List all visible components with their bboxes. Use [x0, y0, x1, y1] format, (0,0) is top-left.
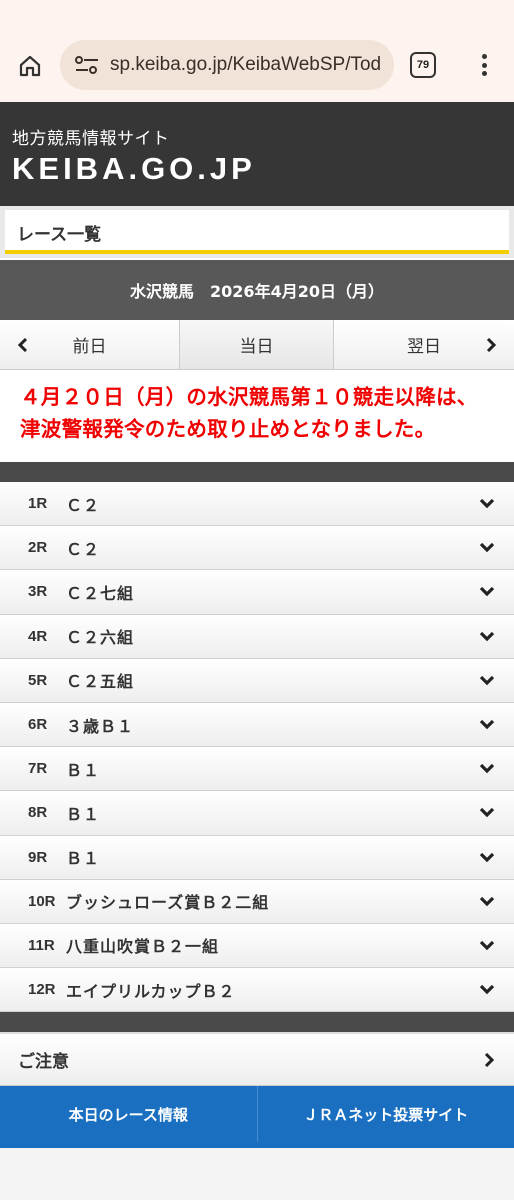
race-item[interactable]: 11R 八重山吹賞Ｂ２一組 — [0, 923, 514, 969]
bottom-nav: 本日のレース情報 ＪＲＡネット投票サイト — [0, 1086, 514, 1143]
race-number: 1R — [28, 495, 48, 513]
race-number: 8R — [28, 804, 48, 822]
race-number: 12R — [28, 981, 56, 999]
race-number: 10R — [28, 892, 56, 910]
race-item[interactable]: 7R Ｂ１ — [0, 747, 514, 792]
home-icon[interactable] — [14, 50, 46, 82]
browser-menu-icon[interactable] — [476, 52, 492, 78]
race-number: 9R — [28, 848, 48, 866]
race-number: 5R — [28, 671, 48, 689]
site-logo[interactable]: KEIBA.GO.JP — [12, 151, 514, 187]
race-name: Ｂ１ — [66, 760, 101, 780]
race-name: Ｂ１ — [66, 804, 101, 824]
chevron-right-icon — [486, 338, 497, 352]
day-navigation: 前日 当日 翌日 — [0, 320, 514, 370]
notice-line-1: ４月２０日（月）の水沢競馬第１０競走以降は、 — [20, 385, 478, 409]
next-day-label: 翌日 — [407, 337, 441, 357]
notice-line-2: 津波警報発令のため取り止めとなりました。 — [20, 417, 436, 441]
today-button[interactable]: 当日 — [180, 320, 334, 369]
address-bar[interactable]: sp.keiba.go.jp/KeibaWebSP/Tod — [60, 40, 394, 90]
race-item[interactable]: 1R Ｃ２ — [0, 482, 514, 527]
race-name: ３歳Ｂ１ — [66, 716, 135, 736]
race-item[interactable]: 12R エイプリルカップＢ２ — [0, 968, 514, 1013]
race-name: Ｃ２六組 — [66, 628, 135, 648]
tab-switcher-button[interactable]: 79 — [410, 52, 436, 78]
today-race-info-button[interactable]: 本日のレース情報 — [0, 1086, 258, 1143]
race-name: Ｃ２ — [66, 539, 101, 559]
chevron-down-icon — [479, 631, 495, 641]
race-number: 4R — [28, 627, 48, 645]
race-name: 八重山吹賞Ｂ２一組 — [66, 937, 220, 957]
prev-day-button[interactable]: 前日 — [0, 320, 180, 369]
race-name: Ｃ２ — [66, 495, 101, 515]
page-title: レース一覧 — [5, 210, 509, 254]
footer-area — [0, 1148, 514, 1200]
race-number: 6R — [28, 716, 48, 734]
race-name: エイプリルカップＢ２ — [66, 981, 236, 1001]
race-list: 1R Ｃ２ 2R Ｃ２ 3R Ｃ２七組 4R Ｃ２六組 5R Ｃ２五組 6R ３歳Ｂ１ 7R… — [0, 482, 514, 1013]
page-title-wrap: レース一覧 — [0, 206, 514, 258]
race-name: Ｂ１ — [66, 849, 101, 869]
chevron-down-icon — [479, 984, 495, 995]
race-name: Ｃ２五組 — [66, 672, 135, 692]
race-name: ブッシュローズ賞Ｂ２二組 — [66, 893, 270, 913]
section-divider — [0, 1012, 514, 1033]
chevron-down-icon — [479, 808, 495, 818]
race-number: 11R — [28, 936, 55, 954]
race-item[interactable]: 4R Ｃ２六組 — [0, 614, 514, 659]
race-number: 3R — [28, 583, 48, 601]
race-number: 2R — [28, 539, 48, 557]
caution-link[interactable]: ご注意 — [0, 1034, 514, 1087]
chevron-down-icon — [479, 852, 495, 862]
chevron-down-icon — [479, 498, 495, 509]
race-item[interactable]: 3R Ｃ２七組 — [0, 570, 514, 615]
caution-label: ご注意 — [18, 1052, 69, 1073]
chevron-down-icon — [479, 543, 495, 553]
race-item[interactable]: 2R Ｃ２ — [0, 526, 514, 571]
race-item[interactable]: 9R Ｂ１ — [0, 835, 514, 880]
race-number: 7R — [28, 760, 48, 778]
chevron-down-icon — [479, 719, 495, 730]
race-name: Ｃ２七組 — [66, 583, 135, 603]
race-item[interactable]: 5R Ｃ２五組 — [0, 658, 514, 703]
site-header: 地方競馬情報サイト KEIBA.GO.JP — [0, 102, 514, 206]
next-day-button[interactable]: 翌日 — [334, 320, 514, 369]
site-settings-icon[interactable] — [74, 55, 100, 75]
race-item[interactable]: 6R ３歳Ｂ１ — [0, 702, 514, 748]
url-text: sp.keiba.go.jp/KeibaWebSP/Tod — [110, 54, 382, 75]
section-divider — [0, 462, 514, 482]
cancellation-notice: ４月２０日（月）の水沢競馬第１０競走以降は、 津波警報発令のため取り止めとなりま… — [0, 370, 514, 460]
chevron-down-icon — [479, 675, 495, 686]
chevron-down-icon — [479, 763, 495, 774]
prev-day-label: 前日 — [72, 337, 107, 357]
jra-net-voting-button[interactable]: ＪＲＡネット投票サイト — [258, 1086, 514, 1142]
chevron-left-icon — [17, 338, 28, 352]
date-bar: 水沢競馬 2026年4月20日（月） — [0, 260, 514, 320]
chevron-down-icon — [479, 896, 495, 906]
chevron-right-icon — [484, 1053, 495, 1068]
race-item[interactable]: 8R Ｂ１ — [0, 791, 514, 836]
chevron-down-icon — [479, 940, 495, 951]
race-item[interactable]: 10R ブッシュローズ賞Ｂ２二組 — [0, 879, 514, 924]
browser-toolbar: sp.keiba.go.jp/KeibaWebSP/Tod 79 — [0, 0, 514, 102]
chevron-down-icon — [479, 587, 495, 597]
site-subtitle: 地方競馬情報サイト — [12, 129, 170, 149]
today-label: 当日 — [239, 337, 274, 357]
